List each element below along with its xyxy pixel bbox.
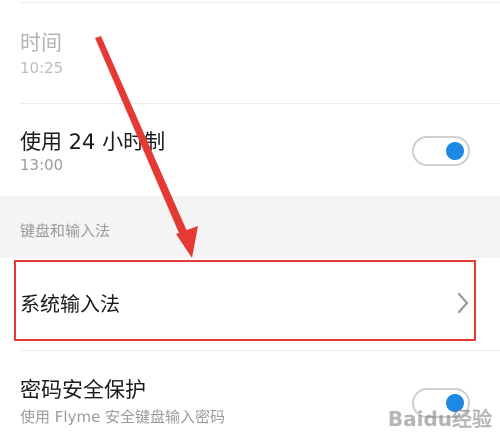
annotation-highlight-box — [14, 260, 476, 341]
hour24-value: 13:00 — [20, 156, 64, 174]
watermark-logo: Baidu经验 — [387, 407, 492, 431]
top-divider — [20, 2, 500, 3]
divider-2 — [20, 350, 500, 351]
time-value: 10:25 — [20, 59, 64, 77]
time-row: 时间 10:25 — [0, 5, 500, 103]
hour24-row[interactable]: 使用 24 小时制 13:00 — [0, 104, 500, 196]
hour24-title: 使用 24 小时制 — [20, 130, 166, 154]
section-header: 键盘和输入法 — [0, 196, 500, 258]
hour24-toggle[interactable] — [412, 136, 470, 166]
section-label: 键盘和输入法 — [20, 222, 111, 240]
password-protection-subtitle: 使用 Flyme 安全键盘输入密码 — [20, 408, 226, 426]
toggle-knob — [446, 142, 464, 160]
password-protection-title: 密码安全保护 — [20, 378, 146, 402]
time-title: 时间 — [20, 31, 62, 55]
